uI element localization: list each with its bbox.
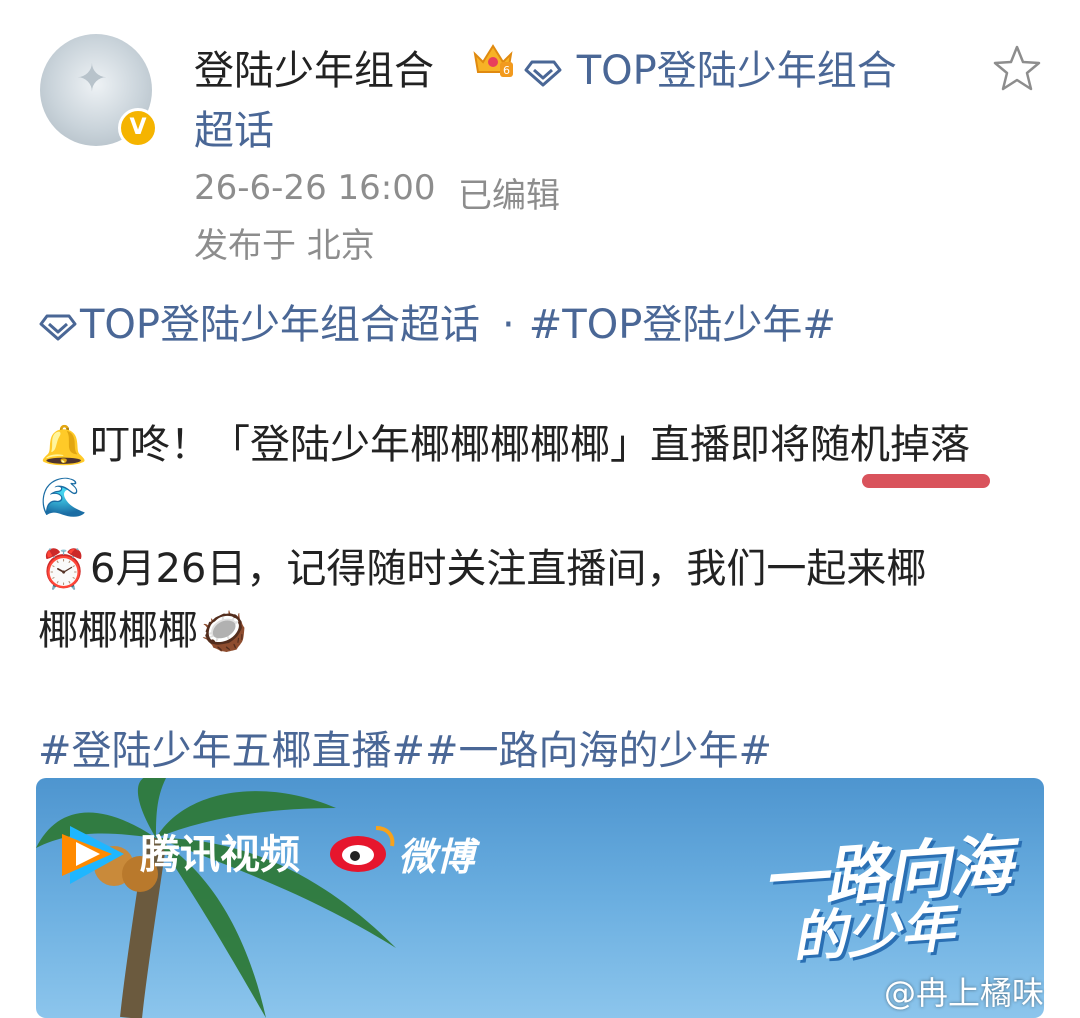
alarm-clock-icon: ⏰ [40, 547, 88, 591]
hashtag-links[interactable]: #登陆少年五椰直播##一路向海的少年# [38, 718, 772, 776]
hashtag-link[interactable]: #TOP登陆少年# [529, 302, 836, 348]
diamond-icon [39, 314, 77, 341]
bell-icon: 🔔 [40, 423, 88, 467]
topic-line: TOP登陆少年组合超话 · #TOP登陆少年# [38, 292, 836, 350]
verified-badge-icon: V [118, 108, 158, 148]
supertopic-link[interactable]: TOP登陆少年组合 [524, 38, 897, 96]
body-line: ⏰6月26日，记得随时关注直播间，我们一起来椰 [38, 536, 926, 594]
author-name[interactable]: 登陆少年组合 [194, 38, 434, 96]
supertopic-tag[interactable]: TOP登陆少年组合超话 [80, 302, 480, 348]
wave-icon: 🌊 [40, 475, 88, 519]
supertopic-name: TOP登陆少年组合 [576, 48, 897, 94]
separator-dot: · [502, 302, 515, 348]
post-timestamp: 26-6-26 16:00 [194, 168, 436, 208]
coconut-icon: 🥥 [200, 609, 248, 653]
tencent-video-label: 腾讯视频 [140, 832, 300, 878]
diamond-icon [524, 60, 562, 87]
tencent-video-logo [62, 826, 124, 884]
supertopic-suffix[interactable]: 超话 [194, 98, 274, 156]
red-underline-annotation [862, 474, 990, 488]
avatar-star-icon: ✦ [76, 56, 108, 100]
svg-text:6: 6 [503, 64, 510, 77]
weibo-logo [330, 826, 395, 872]
crown-level-icon: 6 [473, 44, 513, 77]
watermark: @冉上橘味 [884, 974, 1045, 1012]
body-text: 6月26日，记得随时关注直播间，我们一起来椰 [90, 546, 927, 592]
body-text: 叮咚！「登陆少年椰椰椰椰椰」直播即将随机掉落 [90, 422, 970, 468]
palm-tree-illustration [36, 778, 396, 1018]
body-line: 🌊 [38, 474, 90, 520]
weibo-label: 微博 [398, 835, 475, 879]
post-location: 发布于 北京 [194, 226, 375, 266]
show-title-line2: 的少年 [790, 895, 957, 970]
body-text: 椰椰椰椰 [38, 608, 198, 654]
body-line: 🔔叮咚！「登陆少年椰椰椰椰椰」直播即将随机掉落 [38, 412, 970, 470]
body-line: 椰椰椰椰🥥 [38, 598, 250, 656]
star-icon[interactable] [992, 44, 1042, 92]
edited-label[interactable]: 已编辑 [458, 168, 560, 217]
